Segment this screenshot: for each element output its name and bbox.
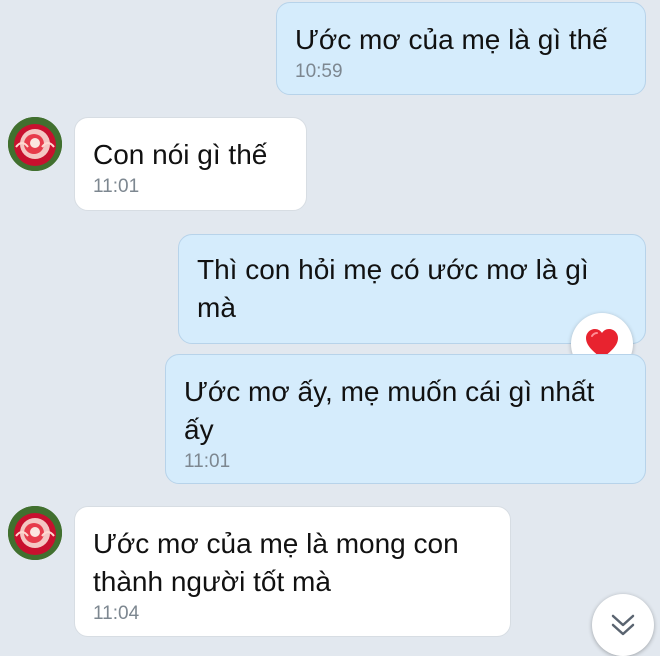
incoming-message-bubble[interactable]: Con nói gì thế 11:01 <box>74 117 307 211</box>
incoming-message-bubble[interactable]: Ước mơ của mẹ là mong con thành người tố… <box>74 506 511 637</box>
message-text: Ước mơ ấy, mẹ muốn cái gì nhất ấy <box>184 376 595 445</box>
contact-avatar[interactable] <box>8 506 62 560</box>
rose-avatar-image <box>8 506 62 560</box>
message-text: Ước mơ của mẹ là mong con thành người tố… <box>93 528 459 597</box>
contact-avatar[interactable] <box>8 117 62 171</box>
outgoing-message-bubble[interactable]: Ước mơ ấy, mẹ muốn cái gì nhất ấy 11:01 <box>165 354 646 484</box>
message-time: 10:59 <box>295 61 343 82</box>
message-text: Con nói gì thế <box>93 139 268 170</box>
message-time: 11:01 <box>93 176 140 197</box>
message-text: Ước mơ của mẹ là gì thế <box>295 24 608 55</box>
chat-thread: Ước mơ của mẹ là gì thế 10:59 Con nói gì… <box>0 0 660 656</box>
outgoing-message-bubble[interactable]: Ước mơ của mẹ là gì thế 10:59 <box>276 2 646 95</box>
rose-avatar-image <box>8 117 62 171</box>
message-time: 11:01 <box>184 451 231 472</box>
double-chevron-down-icon <box>611 614 635 636</box>
message-time: 11:04 <box>93 603 140 624</box>
message-text: Thì con hỏi mẹ có ước mơ là gì mà <box>197 254 589 323</box>
scroll-to-bottom-button[interactable] <box>592 594 654 656</box>
